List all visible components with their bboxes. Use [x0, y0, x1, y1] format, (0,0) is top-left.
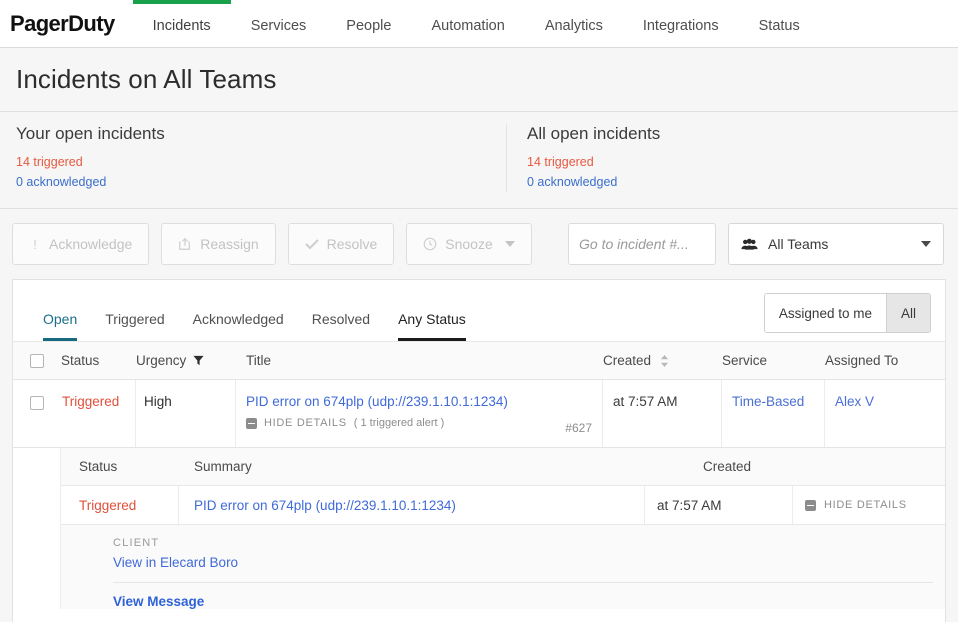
page-title: Incidents on All Teams [16, 64, 958, 95]
header-title[interactable]: Title [236, 342, 603, 379]
svg-text:!: ! [33, 237, 37, 251]
header-status[interactable]: Status [61, 342, 136, 379]
header-created-label: Created [603, 353, 651, 368]
alert-detail-body: CLIENT View in Elecard Boro View Message [61, 525, 945, 609]
reassign-button[interactable]: Reassign [161, 223, 275, 265]
view-message-link[interactable]: View Message [113, 594, 945, 609]
filter-funnel-icon[interactable] [193, 355, 204, 366]
reassign-button-label: Reassign [200, 236, 258, 252]
nav-item-automation[interactable]: Automation [411, 0, 524, 47]
alert-header-created: Created [691, 459, 945, 474]
row-status: Triggered [61, 380, 136, 447]
acknowledge-button[interactable]: ! Acknowledge [12, 223, 149, 265]
status-filter-tabbar: Open Triggered Acknowledged Resolved Any… [13, 280, 945, 342]
row-created: at 7:57 AM [603, 380, 722, 447]
snooze-button-label: Snooze [445, 236, 492, 252]
table-row[interactable]: Triggered High PID error on 674plp (udp:… [13, 380, 945, 448]
tab-acknowledged[interactable]: Acknowledged [193, 310, 284, 341]
page-title-section: Incidents on All Teams [0, 48, 958, 112]
row-alert-count: ( 1 triggered alert ) [354, 417, 444, 429]
expanded-left-gutter [13, 448, 61, 609]
collapse-minus-icon [246, 418, 257, 429]
teams-filter-value: All Teams [768, 236, 828, 252]
nav-item-integrations[interactable]: Integrations [623, 0, 739, 47]
your-acknowledged-count[interactable]: 0 acknowledged [16, 172, 506, 192]
toggle-all[interactable]: All [886, 294, 930, 332]
collapse-minus-icon [805, 500, 816, 511]
row-urgency: High [136, 380, 236, 447]
resolve-button-label: Resolve [327, 236, 378, 252]
incident-title-link[interactable]: PID error on 674plp (udp://239.1.10.1:12… [246, 394, 508, 409]
tab-triggered[interactable]: Triggered [105, 310, 164, 341]
teams-filter-dropdown[interactable]: All Teams [728, 223, 944, 265]
alert-row[interactable]: Triggered PID error on 674plp (udp://239… [61, 486, 945, 525]
primary-nav-items: Incidents Services People Automation Ana… [133, 0, 820, 47]
all-triggered-count[interactable]: 14 triggered [527, 152, 958, 172]
select-all-header [13, 342, 61, 379]
checkmark-icon [305, 238, 319, 250]
header-urgency-label: Urgency [136, 353, 186, 368]
tab-open[interactable]: Open [43, 310, 77, 341]
all-open-incidents-title: All open incidents [527, 124, 958, 144]
alerts-subtable-header: Status Summary Created [61, 448, 945, 486]
incidents-card: Open Triggered Acknowledged Resolved Any… [12, 279, 946, 622]
sort-arrows-icon[interactable] [660, 355, 669, 367]
alert-hide-details-toggle[interactable]: HIDE DETAILS [793, 486, 945, 524]
alert-summary-link[interactable]: PID error on 674plp (udp://239.1.10.1:12… [179, 486, 645, 524]
alert-hide-details-label: HIDE DETAILS [824, 499, 907, 511]
header-assigned-to[interactable]: Assigned To [825, 342, 945, 379]
incidents-table-header: Status Urgency Title Created Service Ass… [13, 342, 945, 380]
your-open-incidents-title: Your open incidents [16, 124, 506, 144]
go-to-incident-input[interactable] [568, 223, 716, 265]
alert-header-status: Status [61, 459, 179, 474]
nav-item-analytics[interactable]: Analytics [525, 0, 623, 47]
all-acknowledged-count[interactable]: 0 acknowledged [527, 172, 958, 192]
alert-created: at 7:57 AM [645, 486, 793, 524]
toggle-assigned-to-me[interactable]: Assigned to me [765, 294, 886, 332]
all-open-incidents-panel: All open incidents 14 triggered 0 acknow… [506, 124, 958, 192]
row-title-cell: PID error on 674plp (udp://239.1.10.1:12… [236, 380, 603, 447]
alert-status: Triggered [61, 486, 179, 524]
tab-resolved[interactable]: Resolved [312, 310, 370, 341]
team-group-icon [741, 238, 758, 251]
row-hide-details-toggle[interactable]: HIDE DETAILS ( 1 triggered alert ) [246, 417, 592, 429]
header-urgency[interactable]: Urgency [136, 342, 236, 379]
incident-summary-section: Your open incidents 14 triggered 0 ackno… [0, 112, 958, 209]
resolve-button[interactable]: Resolve [288, 223, 395, 265]
chevron-down-icon [921, 241, 931, 247]
tab-any-status[interactable]: Any Status [398, 310, 466, 341]
incident-number: #627 [565, 421, 592, 435]
select-all-checkbox[interactable] [30, 354, 44, 368]
nav-item-people[interactable]: People [326, 0, 411, 47]
client-label: CLIENT [113, 537, 945, 549]
row-select-cell [13, 380, 61, 447]
your-open-incidents-panel: Your open incidents 14 triggered 0 ackno… [0, 124, 506, 192]
acknowledge-button-label: Acknowledge [49, 236, 132, 252]
incident-action-toolbar: ! Acknowledge Reassign Resolve Snooze [0, 209, 958, 279]
clock-icon [423, 237, 437, 251]
row-service-link[interactable]: Time-Based [722, 380, 825, 447]
expanded-details-body: Status Summary Created Triggered PID err… [61, 448, 945, 609]
alert-header-summary: Summary [179, 459, 691, 474]
nav-item-services[interactable]: Services [231, 0, 327, 47]
detail-divider [113, 582, 933, 583]
client-link[interactable]: View in Elecard Boro [113, 555, 945, 570]
nav-item-incidents[interactable]: Incidents [133, 0, 231, 47]
expanded-alert-details: Status Summary Created Triggered PID err… [13, 448, 945, 609]
assignment-toggle-group: Assigned to me All [764, 293, 931, 333]
nav-item-status[interactable]: Status [739, 0, 820, 47]
snooze-button[interactable]: Snooze [406, 223, 531, 265]
header-created[interactable]: Created [603, 342, 722, 379]
reassign-share-icon [178, 237, 192, 251]
header-service[interactable]: Service [722, 342, 825, 379]
row-checkbox[interactable] [30, 396, 44, 410]
row-hide-details-label: HIDE DETAILS [264, 417, 347, 429]
row-assigned-to-link[interactable]: Alex V [825, 380, 945, 447]
your-triggered-count[interactable]: 14 triggered [16, 152, 506, 172]
exclamation-icon: ! [29, 237, 41, 251]
chevron-down-icon [505, 241, 515, 247]
top-navigation-bar: PagerDuty Incidents Services People Auto… [0, 0, 958, 48]
pagerduty-logo[interactable]: PagerDuty [0, 0, 133, 47]
